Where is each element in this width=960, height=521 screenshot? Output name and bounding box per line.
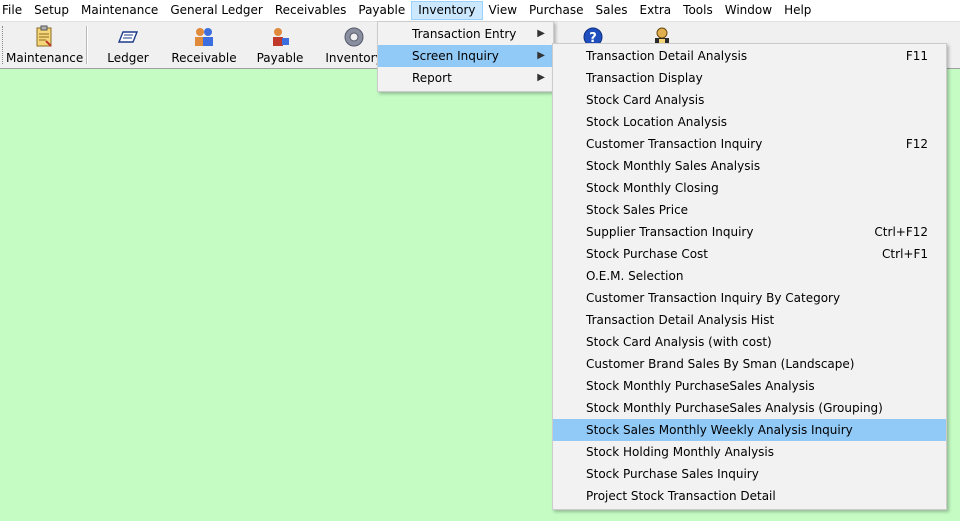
menu-item-label: Stock Card Analysis (with cost) <box>586 335 772 349</box>
toolbar-ledger-label: Ledger <box>107 51 149 65</box>
menu-bar: File Setup Maintenance General Ledger Re… <box>0 0 960 22</box>
menu-item-label: Stock Monthly PurchaseSales Analysis (Gr… <box>586 401 883 415</box>
menu-item-stock-monthly-purchasesales-analysis-grouping[interactable]: Stock Monthly PurchaseSales Analysis (Gr… <box>553 397 946 419</box>
ledger-icon <box>117 31 139 43</box>
toolbar-receivable-button[interactable]: Receivable <box>170 22 238 68</box>
menu-item-screen-inquiry[interactable]: Screen Inquiry ▶ <box>378 45 553 67</box>
menu-item-shortcut: F11 <box>905 49 928 63</box>
menu-setup[interactable]: Setup <box>28 1 75 20</box>
menu-item-supplier-transaction-inquiry[interactable]: Supplier Transaction Inquiry Ctrl+F12 <box>553 221 946 243</box>
menu-item-report[interactable]: Report ▶ <box>378 67 553 89</box>
menu-item-label: Stock Holding Monthly Analysis <box>586 445 775 459</box>
menu-item-transaction-display[interactable]: Transaction Display <box>553 67 946 89</box>
receivable-icon <box>195 28 213 46</box>
menu-item-label: Stock Sales Monthly Weekly Analysis Inqu… <box>586 423 853 437</box>
menu-maintenance[interactable]: Maintenance <box>75 1 164 20</box>
menu-item-label: Transaction Detail Analysis <box>586 49 748 63</box>
toolbar-inventory-button[interactable]: Inventory <box>324 22 384 68</box>
menu-item-transaction-entry[interactable]: Transaction Entry ▶ <box>378 23 553 45</box>
inventory-gear-icon <box>344 27 364 47</box>
menu-item-stock-holding-monthly-analysis[interactable]: Stock Holding Monthly Analysis <box>553 441 946 463</box>
menu-item-customer-transaction-inquiry[interactable]: Customer Transaction Inquiry F12 <box>553 133 946 155</box>
menu-item-label: O.E.M. Selection <box>586 269 684 283</box>
inventory-dropdown-menu: Transaction Entry ▶ Screen Inquiry ▶ Rep… <box>377 21 554 92</box>
menu-item-stock-purchase-sales-inquiry[interactable]: Stock Purchase Sales Inquiry <box>553 463 946 485</box>
maintenance-icon <box>36 25 52 47</box>
menu-item-stock-purchase-cost[interactable]: Stock Purchase Cost Ctrl+F1 <box>553 243 946 265</box>
toolbar-maintenance-button[interactable]: Maintenance <box>6 22 84 68</box>
menu-item-oem-selection[interactable]: O.E.M. Selection <box>553 265 946 287</box>
menu-inventory[interactable]: Inventory <box>411 1 483 20</box>
menu-item-shortcut: Ctrl+F1 <box>882 247 928 261</box>
menu-item-customer-brand-sales-by-sman[interactable]: Customer Brand Sales By Sman (Landscape) <box>553 353 946 375</box>
menu-item-label: Screen Inquiry <box>412 49 499 63</box>
menu-item-stock-location-analysis[interactable]: Stock Location Analysis <box>553 111 946 133</box>
menu-purchase[interactable]: Purchase <box>523 1 590 20</box>
menu-general-ledger[interactable]: General Ledger <box>164 1 269 20</box>
menu-item-stock-monthly-closing[interactable]: Stock Monthly Closing <box>553 177 946 199</box>
menu-item-transaction-detail-analysis[interactable]: Transaction Detail Analysis F11 <box>553 45 946 67</box>
toolbar-payable-button[interactable]: Payable <box>250 22 310 68</box>
menu-item-label: Stock Sales Price <box>586 203 689 217</box>
menu-item-label: Stock Purchase Cost <box>586 247 709 261</box>
menu-extra[interactable]: Extra <box>633 1 677 20</box>
menu-item-label: Transaction Display <box>586 71 703 85</box>
menu-item-label: Supplier Transaction Inquiry <box>586 225 754 239</box>
menu-item-stock-card-analysis[interactable]: Stock Card Analysis <box>553 89 946 111</box>
menu-item-label: Report <box>412 71 452 85</box>
menu-tools[interactable]: Tools <box>677 1 719 20</box>
screen-inquiry-submenu: Transaction Detail Analysis F11 Transact… <box>552 43 947 510</box>
menu-item-label: Transaction Detail Analysis Hist <box>586 313 775 327</box>
toolbar-ledger-button[interactable]: Ledger <box>96 22 160 68</box>
menu-payable[interactable]: Payable <box>352 1 411 20</box>
menu-item-stock-monthly-purchasesales-analysis[interactable]: Stock Monthly PurchaseSales Analysis <box>553 375 946 397</box>
toolbar-inventory-label: Inventory <box>325 51 383 65</box>
menu-item-shortcut: Ctrl+F12 <box>874 225 928 239</box>
menu-item-label: Transaction Entry <box>412 27 517 41</box>
menu-item-label: Stock Card Analysis <box>586 93 705 107</box>
menu-item-project-stock-transaction-detail[interactable]: Project Stock Transaction Detail <box>553 485 946 507</box>
payable-icon <box>273 28 289 46</box>
menu-item-stock-sales-price[interactable]: Stock Sales Price <box>553 199 946 221</box>
toolbar-payable-label: Payable <box>256 51 304 65</box>
menu-item-label: Customer Transaction Inquiry <box>586 137 763 151</box>
menu-item-label: Project Stock Transaction Detail <box>586 489 776 503</box>
menu-item-customer-transaction-inquiry-by-category[interactable]: Customer Transaction Inquiry By Category <box>553 287 946 309</box>
menu-receivables[interactable]: Receivables <box>269 1 353 20</box>
menu-item-stock-sales-monthly-weekly-analysis-inquiry[interactable]: Stock Sales Monthly Weekly Analysis Inqu… <box>553 419 946 441</box>
menu-item-label: Stock Monthly PurchaseSales Analysis <box>586 379 815 393</box>
menu-view[interactable]: View <box>483 1 523 20</box>
toolbar-receivable-label: Receivable <box>171 51 237 65</box>
menu-item-label: Customer Transaction Inquiry By Category <box>586 291 841 305</box>
menu-help[interactable]: Help <box>778 1 817 20</box>
submenu-arrow-icon: ▶ <box>537 28 545 39</box>
toolbar-separator <box>86 26 88 64</box>
menu-item-label: Stock Purchase Sales Inquiry <box>586 467 759 481</box>
submenu-arrow-icon: ▶ <box>537 72 545 83</box>
menu-item-transaction-detail-analysis-hist[interactable]: Transaction Detail Analysis Hist <box>553 309 946 331</box>
menu-item-stock-card-analysis-with-cost[interactable]: Stock Card Analysis (with cost) <box>553 331 946 353</box>
menu-item-label: Stock Monthly Closing <box>586 181 719 195</box>
menu-window[interactable]: Window <box>719 1 778 20</box>
menu-item-label: Customer Brand Sales By Sman (Landscape) <box>586 357 855 371</box>
menu-sales[interactable]: Sales <box>590 1 634 20</box>
submenu-arrow-icon: ▶ <box>537 50 545 61</box>
menu-item-label: Stock Monthly Sales Analysis <box>586 159 761 173</box>
menu-item-stock-monthly-sales-analysis[interactable]: Stock Monthly Sales Analysis <box>553 155 946 177</box>
menu-item-shortcut: F12 <box>905 137 928 151</box>
toolbar-maintenance-label: Maintenance <box>6 51 84 65</box>
menu-file[interactable]: File <box>0 1 28 20</box>
menu-item-label: Stock Location Analysis <box>586 115 728 129</box>
